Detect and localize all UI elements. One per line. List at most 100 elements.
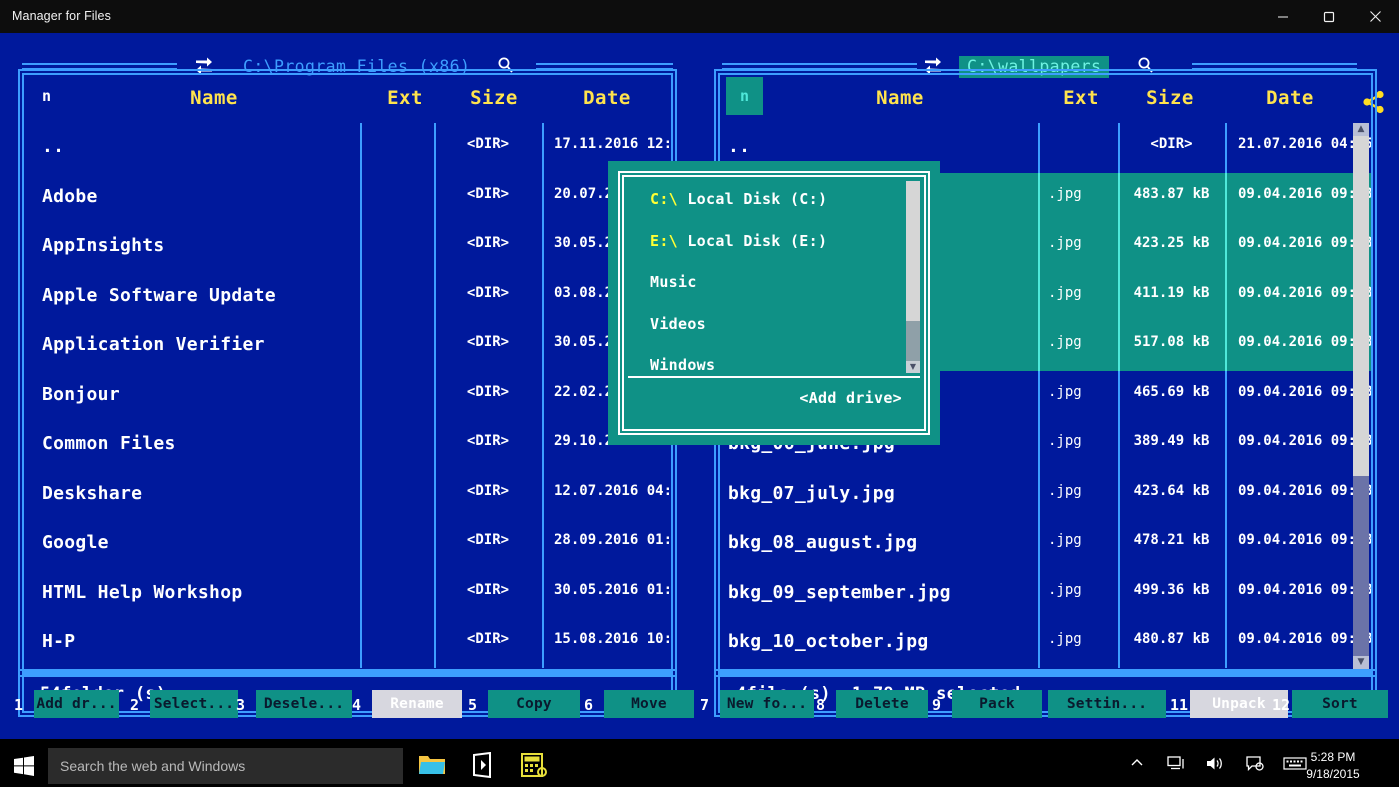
add-drive-button[interactable]: <Add drive> <box>799 389 902 407</box>
cell-size: <DIR> <box>466 482 510 499</box>
cell-name: Bonjour <box>42 383 120 405</box>
windows-taskbar: Search the web and Windows 5:28 PM 9/18/… <box>0 745 1399 787</box>
col-header-date[interactable]: Date <box>552 87 662 109</box>
table-row[interactable]: .. <DIR> 17.11.2016 12:19 <box>24 123 671 173</box>
table-row[interactable]: Bonjour<DIR>22.02.2016 06:08 <box>24 370 671 420</box>
action-center-icon[interactable] <box>1246 756 1264 775</box>
maximize-button[interactable] <box>1306 0 1352 33</box>
column-divider <box>1225 519 1227 569</box>
col-header-ext[interactable]: Ext <box>369 87 441 109</box>
cell-name: Google <box>42 532 109 553</box>
col-header-name[interactable]: Name <box>124 87 304 109</box>
cell-name: Common Files <box>42 433 176 454</box>
drive-item-label: Windows <box>650 356 716 373</box>
calculator-icon[interactable] <box>520 752 550 780</box>
column-divider <box>360 420 362 470</box>
cell-date: 09.04.2016 09:53 <box>1238 334 1371 350</box>
table-row[interactable]: HTML Help Workshop <DIR> 30.05.2016 01:58 <box>24 568 671 618</box>
cell-date: 09.04.2016 09:53 <box>1238 581 1371 598</box>
drive-item-label: E:\ Local Disk (E:) <box>650 231 828 250</box>
col-header-size[interactable]: Size <box>444 87 544 109</box>
table-row[interactable]: bkg_08_august.jpg .jpg 478.21 kB 09.04.2016… <box>720 519 1371 569</box>
cell-date: 09.04.2016 09:53 <box>1238 383 1371 400</box>
col-header-n[interactable]: n <box>726 77 764 115</box>
close-button[interactable] <box>1352 0 1398 33</box>
clock[interactable]: 5:28 PM 9/18/2015 <box>1291 749 1375 783</box>
right-panel-scrollbar[interactable]: ▲ ▼ <box>1353 123 1369 669</box>
fkey-label[interactable]: Sort <box>1292 690 1388 718</box>
left-file-list[interactable]: ..<DIR>17.11.2016 12:19Adobe<DIR>20.07.2… <box>24 123 671 671</box>
cell-name: bkg_10_october.jpg <box>728 631 929 652</box>
dialog-scrollbar[interactable]: ▲ ▼ <box>906 181 920 373</box>
table-row[interactable]: Apple Software Update<DIR>03.08.2016 11:… <box>24 271 671 321</box>
cell-size: <DIR> <box>466 136 510 152</box>
cell-size: 480.87 kB <box>1133 631 1210 647</box>
column-divider <box>1225 271 1227 321</box>
drive-list[interactable]: C:\ Local Disk (C:) E:\ Local Disk (E:) Mu… <box>628 181 920 373</box>
table-row[interactable]: AppInsights<DIR>30.05.2016 01:58 <box>24 222 671 272</box>
col-header-ext[interactable]: Ext <box>1045 87 1117 109</box>
window-titlebar: Manager for Files <box>0 0 1399 33</box>
cell-name: AppInsights <box>42 235 165 256</box>
table-row[interactable]: Adobe<DIR>20.07.2016 03:42 <box>24 172 671 222</box>
col-header-date[interactable]: Date <box>1235 87 1345 109</box>
cell-size: <DIR> <box>466 581 510 598</box>
scroll-up-icon[interactable]: ▲ <box>1353 123 1369 136</box>
cell-date: 30.05.2016 01:58 <box>554 581 671 598</box>
cell-size: <DIR> <box>466 433 510 449</box>
chevron-up-icon[interactable] <box>1130 756 1144 774</box>
col-header-size[interactable]: Size <box>1120 87 1220 109</box>
scroll-down-icon[interactable]: ▼ <box>906 361 920 373</box>
drive-list-item[interactable]: C:\ Local Disk (C:) <box>628 181 920 223</box>
table-row[interactable]: H-P <DIR> 15.08.2016 10:10 <box>24 618 671 668</box>
cell-name: bkg_09_september.jpg <box>728 581 951 603</box>
cell-size: 499.36 kB <box>1133 581 1210 598</box>
cell-name: HTML Help Workshop <box>42 581 243 603</box>
drive-selection-dialog[interactable]: C:\ Local Disk (C:) E:\ Local Disk (E:) Mu… <box>608 161 940 445</box>
cell-date: 12.07.2016 04:36 <box>554 482 671 499</box>
drive-list-item[interactable]: Windows <box>628 347 920 373</box>
column-divider <box>1225 420 1227 470</box>
windows-logo-icon[interactable] <box>0 745 48 787</box>
fkey-12-button[interactable]: 12 Sort <box>0 690 1399 718</box>
volume-icon[interactable] <box>1206 756 1225 775</box>
cell-size: 478.21 kB <box>1133 532 1210 548</box>
column-divider <box>542 420 544 470</box>
column-divider <box>1225 618 1227 668</box>
table-row[interactable]: bkg_10_october.jpg .jpg 480.87 kB 09.04.201… <box>720 618 1371 668</box>
left-file-panel: C:\Program Files (x86) n Name Ext Size D… <box>0 33 695 717</box>
table-row[interactable]: bkg_07_july.jpg .jpg 423.64 kB 09.04.2016 0… <box>720 469 1371 519</box>
column-divider <box>542 222 544 272</box>
col-header-n[interactable]: n <box>42 87 51 105</box>
column-divider <box>360 321 362 371</box>
table-row[interactable]: bkg_09_september.jpg .jpg 499.36 kB 09.04.2… <box>720 568 1371 618</box>
drive-item-label: C:\ Local Disk (C:) <box>650 190 828 208</box>
table-row[interactable]: Deskshare <DIR> 12.07.2016 04:36 <box>24 469 671 519</box>
scrollbar-thumb[interactable] <box>1353 136 1369 476</box>
column-divider <box>1038 321 1040 371</box>
drive-list-item[interactable]: Music <box>628 264 920 306</box>
dialog-divider <box>628 376 920 378</box>
column-divider <box>1225 321 1227 371</box>
cell-date: 09.04.2016 09:53 <box>1238 532 1371 548</box>
drive-item-label: Videos <box>650 314 706 333</box>
column-divider <box>360 172 362 222</box>
search-input[interactable]: Search the web and Windows <box>48 748 403 784</box>
column-divider <box>1038 370 1040 420</box>
store-icon[interactable] <box>470 751 500 780</box>
cell-size: <DIR> <box>466 284 510 301</box>
column-divider <box>360 568 362 618</box>
table-row[interactable]: Google <DIR> 28.09.2016 01:01 <box>24 519 671 569</box>
network-icon[interactable] <box>1167 756 1186 775</box>
scrollbar-thumb[interactable] <box>906 181 920 321</box>
drive-list-item[interactable]: Videos <box>628 306 920 348</box>
drive-list-item[interactable]: E:\ Local Disk (E:) <box>628 223 920 265</box>
table-row[interactable]: Common Files<DIR>29.10.2016 08:27 <box>24 420 671 470</box>
table-row[interactable]: Application Verifier<DIR>30.05.2016 02:1… <box>24 321 671 371</box>
cell-name: .. <box>728 136 751 157</box>
file-explorer-icon[interactable] <box>418 752 448 780</box>
col-header-name[interactable]: Name <box>810 87 990 109</box>
column-divider <box>542 321 544 371</box>
minimize-button[interactable] <box>1260 0 1306 33</box>
scroll-down-icon[interactable]: ▼ <box>1353 656 1369 669</box>
